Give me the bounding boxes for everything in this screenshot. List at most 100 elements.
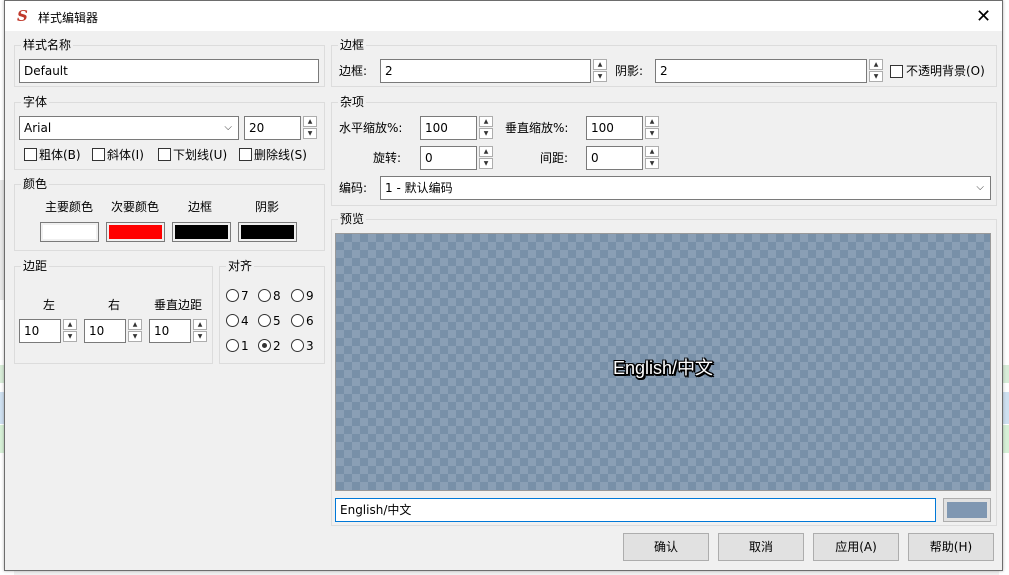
shadow-color-swatch[interactable]	[238, 222, 297, 242]
secondary-color-label: 次要颜色	[111, 200, 160, 214]
align-1-label: 1	[241, 339, 249, 353]
spin-down-icon[interactable]: ▼	[193, 331, 207, 342]
italic-label: 斜体(I)	[107, 148, 144, 162]
chevron-down-icon: ⌵	[224, 122, 232, 133]
strikeout-label: 删除线(S)	[254, 148, 307, 162]
font-size-input[interactable]: 20	[244, 116, 301, 140]
align-3-label: 3	[306, 339, 314, 353]
margin-vertical-label: 垂直边距	[154, 298, 203, 312]
outline-width-input[interactable]: 2	[380, 59, 591, 83]
margin-right-input[interactable]: 10	[84, 319, 126, 343]
spin-up-icon[interactable]: ▲	[645, 116, 659, 127]
spin-up-icon[interactable]: ▲	[593, 59, 607, 70]
spin-down-icon[interactable]: ▼	[645, 128, 659, 139]
alignment-group-label: 对齐	[226, 259, 255, 273]
margin-left-label: 左	[43, 298, 56, 312]
font-family-select[interactable]: Arial ⌵	[19, 116, 239, 140]
bold-label: 粗体(B)	[39, 148, 81, 162]
encoding-select[interactable]: 1 - 默认编码 ⌵	[380, 176, 991, 200]
chevron-down-icon: ⌵	[976, 182, 984, 193]
shadow-depth-label: 阴影:	[615, 64, 644, 78]
align-5-label: 5	[273, 314, 281, 328]
bold-checkbox[interactable]	[24, 148, 37, 161]
italic-checkbox[interactable]	[92, 148, 105, 161]
help-button[interactable]: 帮助(H)	[908, 533, 994, 561]
scale-x-input[interactable]: 100	[420, 116, 477, 140]
scale-y-input[interactable]: 100	[586, 116, 643, 140]
align-8-radio[interactable]	[258, 289, 271, 302]
align-9-radio[interactable]	[291, 289, 304, 302]
align-8-label: 8	[273, 289, 281, 303]
spin-down-icon[interactable]: ▼	[869, 71, 883, 82]
spin-up-icon[interactable]: ▲	[193, 319, 207, 330]
align-7-radio[interactable]	[226, 289, 239, 302]
align-1-radio[interactable]	[226, 339, 239, 352]
align-2-radio[interactable]	[258, 339, 271, 352]
spin-down-icon[interactable]: ▼	[128, 331, 142, 342]
spin-up-icon[interactable]: ▲	[303, 116, 317, 127]
title-bar: S 样式编辑器 ✕	[5, 1, 1002, 31]
close-button[interactable]: ✕	[965, 1, 1002, 31]
preview-background-color-button[interactable]	[943, 498, 991, 522]
scale-y-label: 垂直缩放%:	[505, 121, 569, 135]
spin-down-icon[interactable]: ▼	[303, 128, 317, 139]
spin-down-icon[interactable]: ▼	[593, 71, 607, 82]
spin-up-icon[interactable]: ▲	[479, 146, 493, 157]
preview-canvas: English/中文	[335, 233, 991, 491]
align-7-label: 7	[241, 289, 249, 303]
opaque-box-checkbox[interactable]	[890, 65, 903, 78]
font-group-label: 字体	[21, 95, 50, 109]
margin-left-input[interactable]: 10	[19, 319, 61, 343]
spacing-label: 间距:	[540, 151, 569, 165]
window-title: 样式编辑器	[38, 11, 99, 25]
outline-color-swatch[interactable]	[172, 222, 231, 242]
outline-width-label: 边框:	[339, 64, 368, 78]
secondary-color-swatch[interactable]	[106, 222, 165, 242]
style-name-input[interactable]: Default	[19, 59, 319, 83]
colors-group-label: 颜色	[21, 177, 50, 191]
encoding-label: 编码:	[339, 181, 368, 195]
spin-up-icon[interactable]: ▲	[479, 116, 493, 127]
align-6-radio[interactable]	[291, 314, 304, 327]
encoding-value: 1 - 默认编码	[385, 181, 453, 195]
cancel-button[interactable]: 取消	[718, 533, 804, 561]
align-3-radio[interactable]	[291, 339, 304, 352]
strikeout-checkbox[interactable]	[239, 148, 252, 161]
spin-up-icon[interactable]: ▲	[869, 59, 883, 70]
preview-background-swatch	[947, 502, 987, 518]
align-2-label: 2	[273, 339, 281, 353]
spin-up-icon[interactable]: ▲	[63, 319, 77, 330]
opaque-box-label: 不透明背景(O)	[906, 64, 985, 78]
preview-text-input[interactable]: English/中文	[335, 498, 936, 522]
angle-input[interactable]: 0	[420, 146, 477, 170]
align-6-label: 6	[306, 314, 314, 328]
shadow-color-label: 阴影	[255, 200, 280, 214]
style-editor-dialog: S 样式编辑器 ✕ 样式名称 Default 字体 Arial ⌵ 20 ▲ ▼ …	[4, 0, 1003, 571]
apply-button[interactable]: 应用(A)	[813, 533, 899, 561]
underline-checkbox[interactable]	[158, 148, 171, 161]
angle-label: 旋转:	[373, 151, 402, 165]
primary-color-swatch[interactable]	[40, 222, 99, 242]
align-4-radio[interactable]	[226, 314, 239, 327]
spin-down-icon[interactable]: ▼	[63, 331, 77, 342]
margins-group: 边距	[14, 259, 213, 364]
preview-rendered-text: English/中文	[612, 358, 714, 378]
style-name-label: 样式名称	[21, 38, 74, 52]
primary-color-label: 主要颜色	[45, 200, 94, 214]
align-5-radio[interactable]	[258, 314, 271, 327]
font-family-value: Arial	[24, 121, 52, 135]
margins-group-label: 边距	[21, 259, 50, 273]
margin-vertical-input[interactable]: 10	[149, 319, 191, 343]
shadow-depth-input[interactable]: 2	[655, 59, 867, 83]
spin-up-icon[interactable]: ▲	[645, 146, 659, 157]
scale-x-label: 水平缩放%:	[339, 121, 403, 135]
align-4-label: 4	[241, 314, 249, 328]
align-9-label: 9	[306, 289, 314, 303]
ok-button[interactable]: 确认	[623, 533, 709, 561]
spin-down-icon[interactable]: ▼	[479, 158, 493, 169]
spin-down-icon[interactable]: ▼	[479, 128, 493, 139]
spin-down-icon[interactable]: ▼	[645, 158, 659, 169]
spacing-input[interactable]: 0	[586, 146, 643, 170]
border-group-label: 边框	[338, 38, 367, 52]
spin-up-icon[interactable]: ▲	[128, 319, 142, 330]
